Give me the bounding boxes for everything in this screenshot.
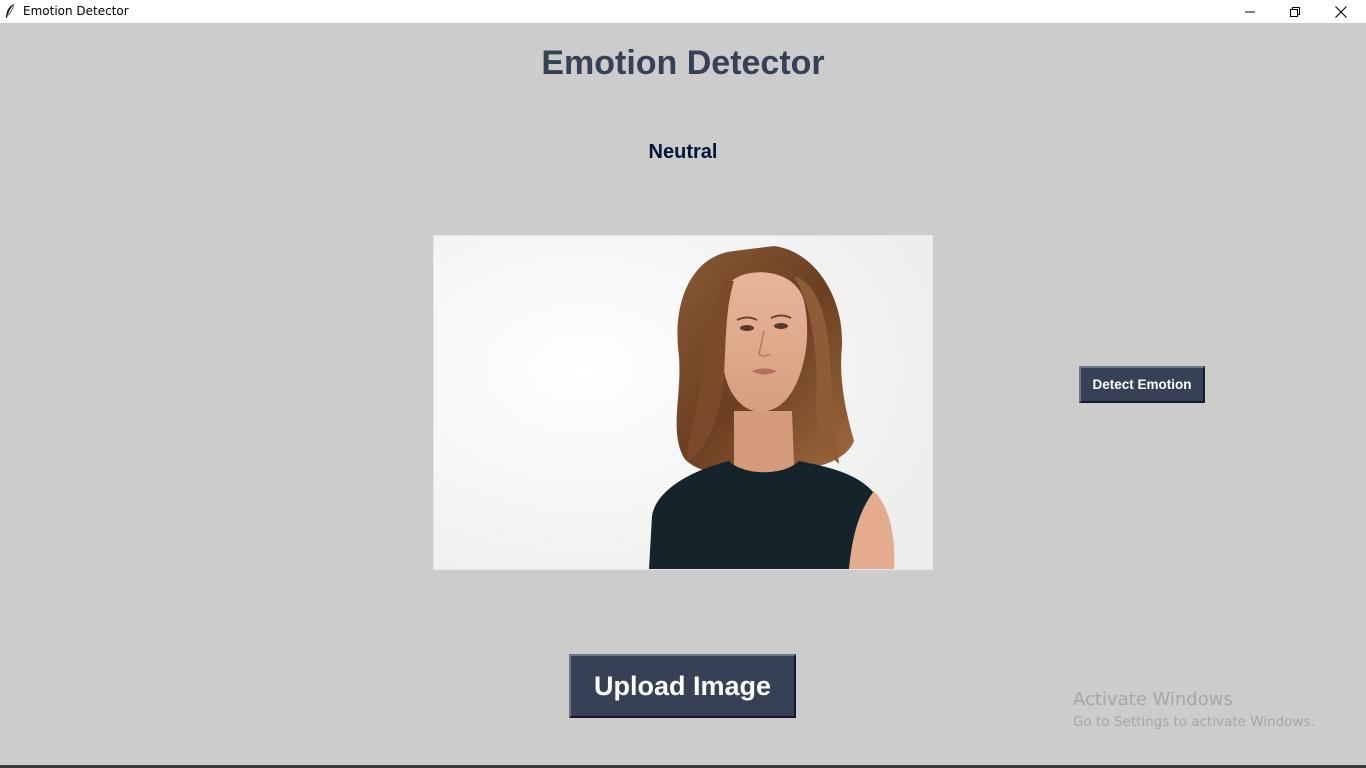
close-button[interactable]	[1318, 0, 1364, 23]
watermark-title: Activate Windows	[1073, 689, 1233, 710]
emotion-result-label: Neutral	[648, 141, 718, 163]
minimize-icon	[1245, 7, 1255, 17]
upload-image-button[interactable]: Upload Image	[569, 654, 796, 718]
feather-icon	[4, 3, 16, 20]
uploaded-image	[433, 235, 933, 570]
close-icon	[1335, 5, 1347, 18]
window-titlebar: Emotion Detector	[0, 0, 1366, 23]
minimize-button[interactable]	[1227, 0, 1273, 23]
restore-icon	[1290, 6, 1300, 17]
detect-emotion-button[interactable]: Detect Emotion	[1079, 366, 1205, 403]
activation-watermark: Activate Windows Go to Settings to activ…	[1073, 689, 1315, 733]
page-title: Emotion Detector	[541, 44, 825, 82]
restore-button[interactable]	[1272, 0, 1318, 23]
watermark-subtitle: Go to Settings to activate Windows.	[1073, 714, 1315, 730]
window-title: Emotion Detector	[23, 4, 129, 18]
